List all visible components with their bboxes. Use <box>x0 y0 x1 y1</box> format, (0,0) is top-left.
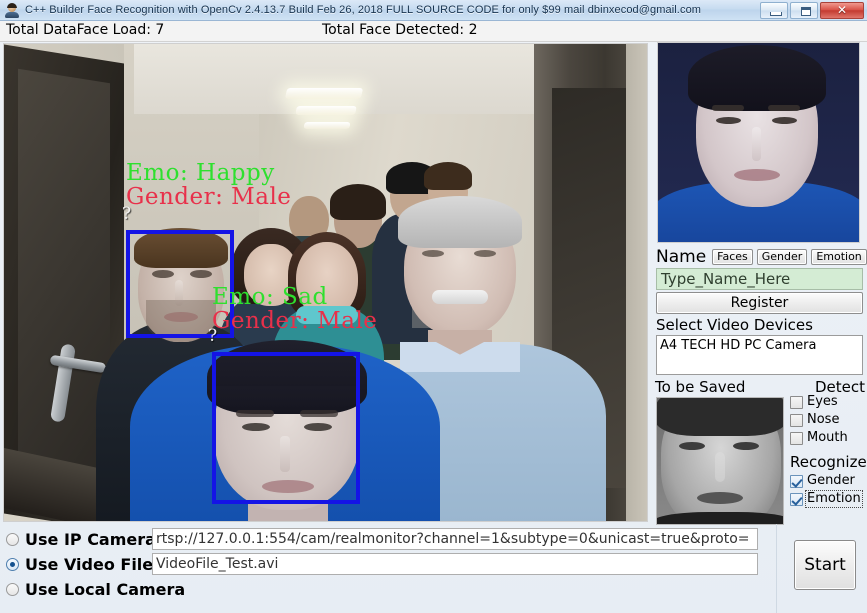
use-local-camera-label: Use Local Camera <box>25 579 186 599</box>
checkbox-row-emotion[interactable]: Emotion <box>790 490 866 508</box>
overlay-gender-label: Gender: Male <box>212 308 378 334</box>
faces-button[interactable]: Faces <box>712 249 753 265</box>
nose-checkbox[interactable] <box>790 413 803 427</box>
dataface-load-status: Total DataFace Load: 7 <box>6 22 165 38</box>
checkbox-row-gender[interactable]: Gender <box>790 474 866 488</box>
gender-button[interactable]: Gender <box>756 249 808 265</box>
eyes-label: Eyes <box>807 394 838 409</box>
mouth-label: Mouth <box>807 430 848 445</box>
use-ip-camera-radio[interactable] <box>6 532 19 546</box>
start-button-label: Start <box>804 555 846 575</box>
overlay-emotion-label: Emo: Sad <box>212 284 328 310</box>
gender-label: Gender <box>807 473 855 488</box>
video-preview[interactable]: ? ? Emo: Happy Gender: Male Emo: Sad Gen… <box>3 43 648 522</box>
checkbox-row-mouth[interactable]: Mouth <box>790 431 866 445</box>
name-label: Name <box>656 247 707 267</box>
to-be-saved-thumbnail <box>656 397 784 525</box>
faces-detected-status: Total Face Detected: 2 <box>322 22 478 38</box>
use-ip-camera-label: Use IP Camera <box>25 529 156 549</box>
detect-recognize-options: Eyes Nose Mouth Recognize Gender Emotion <box>790 395 867 510</box>
maximize-button[interactable] <box>790 1 818 19</box>
name-input[interactable]: Type_Name_Here <box>656 268 863 290</box>
checkbox-row-eyes[interactable]: Eyes <box>790 395 866 409</box>
name-row: Name Faces Gender Emotion <box>656 247 867 267</box>
overlay-emotion-label: Emo: Happy <box>126 160 275 186</box>
application-window: C++ Builder Face Recognition with OpenCv… <box>0 0 867 613</box>
mouth-checkbox[interactable] <box>790 431 803 445</box>
register-button-label: Register <box>730 295 789 311</box>
minimize-button[interactable] <box>760 1 788 19</box>
overlay-gender-label: Gender: Male <box>126 184 292 210</box>
emotion-label: Emotion <box>805 490 863 508</box>
divider <box>776 524 777 613</box>
emotion-button[interactable]: Emotion <box>811 249 867 265</box>
video-devices-list[interactable]: A4 TECH HD PC Camera <box>656 335 863 375</box>
gender-checkbox[interactable] <box>790 474 803 488</box>
close-button[interactable]: ✕ <box>820 1 864 19</box>
close-icon: ✕ <box>836 2 848 17</box>
title-bar: C++ Builder Face Recognition with OpenCv… <box>0 0 867 21</box>
ip-camera-url-input[interactable]: rtsp://127.0.0.1:554/cam/realmonitor?cha… <box>152 528 758 550</box>
person-avatar-icon <box>4 2 20 18</box>
use-video-file-label: Use Video File <box>25 554 154 574</box>
to-be-saved-label: To be Saved <box>655 378 746 396</box>
register-button[interactable]: Register <box>656 292 863 314</box>
nose-label: Nose <box>807 412 840 427</box>
select-video-devices-label: Select Video Devices <box>656 316 813 334</box>
radio-row-video-file[interactable]: Use Video File <box>6 552 153 576</box>
face-detection-box <box>212 352 360 504</box>
eyes-checkbox[interactable] <box>790 395 803 409</box>
use-video-file-radio[interactable] <box>6 557 19 571</box>
video-file-path-input[interactable]: VideoFile_Test.avi <box>152 553 758 575</box>
recognize-label: Recognize <box>790 453 867 471</box>
window-title: C++ Builder Face Recognition with OpenCv… <box>25 4 702 16</box>
right-control-panel: Name Faces Gender Emotion Type_Name_Here… <box>652 41 867 525</box>
detected-face-preview <box>657 42 860 243</box>
list-item[interactable]: A4 TECH HD PC Camera <box>660 338 859 353</box>
radio-row-ip-camera[interactable]: Use IP Camera <box>6 527 156 551</box>
checkbox-row-nose[interactable]: Nose <box>790 413 866 427</box>
status-strip: Total DataFace Load: 7 Total Face Detect… <box>0 21 867 42</box>
emotion-checkbox[interactable] <box>790 492 803 506</box>
start-button[interactable]: Start <box>794 540 856 590</box>
use-local-camera-radio[interactable] <box>6 582 19 596</box>
window-controls: ✕ <box>758 1 864 19</box>
radio-row-local-camera[interactable]: Use Local Camera <box>6 577 185 601</box>
